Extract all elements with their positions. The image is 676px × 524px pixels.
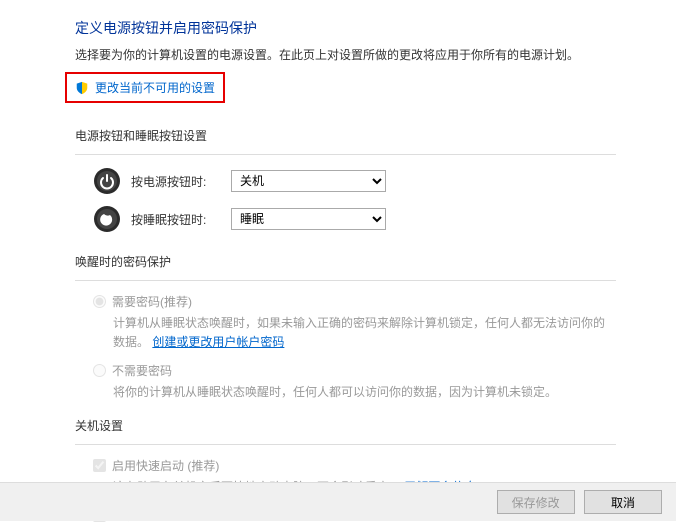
not-require-password-label: 不需要密码 — [112, 362, 172, 379]
not-require-password-radio-row: 不需要密码 — [93, 362, 616, 379]
change-unavailable-settings-link[interactable]: 更改当前不可用的设置 — [95, 79, 215, 96]
footer-bar: 保存修改 取消 — [0, 482, 676, 521]
sleep-icon — [93, 205, 121, 233]
page-description: 选择要为你的计算机设置的电源设置。在此页上对设置所做的更改将应用于你所有的电源计… — [75, 46, 616, 64]
fast-startup-checkbox — [93, 459, 106, 472]
cancel-button[interactable]: 取消 — [584, 490, 662, 514]
power-button-dropdown[interactable]: 关机 — [231, 170, 386, 192]
save-button: 保存修改 — [497, 490, 575, 514]
divider — [75, 444, 616, 445]
shield-icon — [75, 81, 89, 95]
require-password-radio — [93, 295, 106, 308]
create-change-password-link[interactable]: 创建或更改用户帐户密码 — [152, 335, 284, 349]
require-password-desc: 计算机从睡眠状态唤醒时，如果未输入正确的密码来解除计算机锁定，任何人都无法访问你… — [113, 314, 616, 352]
fast-startup-row: 启用快速启动 (推荐) — [93, 457, 616, 474]
sleep-button-dropdown[interactable]: 睡眠 — [231, 208, 386, 230]
fast-startup-label: 启用快速启动 (推荐) — [112, 457, 219, 474]
shutdown-section-title: 关机设置 — [75, 417, 616, 434]
change-settings-highlight: 更改当前不可用的设置 — [65, 72, 225, 103]
power-button-row: 按电源按钮时: 关机 — [93, 167, 616, 195]
sleep-button-row: 按睡眠按钮时: 睡眠 — [93, 205, 616, 233]
not-require-password-radio — [93, 364, 106, 377]
not-require-password-desc: 将你的计算机从睡眠状态唤醒时，任何人都可以访问你的数据，因为计算机未锁定。 — [113, 383, 616, 402]
power-button-label: 按电源按钮时: — [131, 173, 231, 190]
require-password-label: 需要密码(推荐) — [112, 293, 192, 310]
divider — [75, 154, 616, 155]
page-title: 定义电源按钮并启用密码保护 — [75, 18, 616, 38]
password-section-title: 唤醒时的密码保护 — [75, 253, 616, 270]
require-password-radio-row: 需要密码(推荐) — [93, 293, 616, 310]
sleep-button-label: 按睡眠按钮时: — [131, 211, 231, 228]
power-button-section-title: 电源按钮和睡眠按钮设置 — [75, 127, 616, 144]
power-icon — [93, 167, 121, 195]
divider — [75, 280, 616, 281]
